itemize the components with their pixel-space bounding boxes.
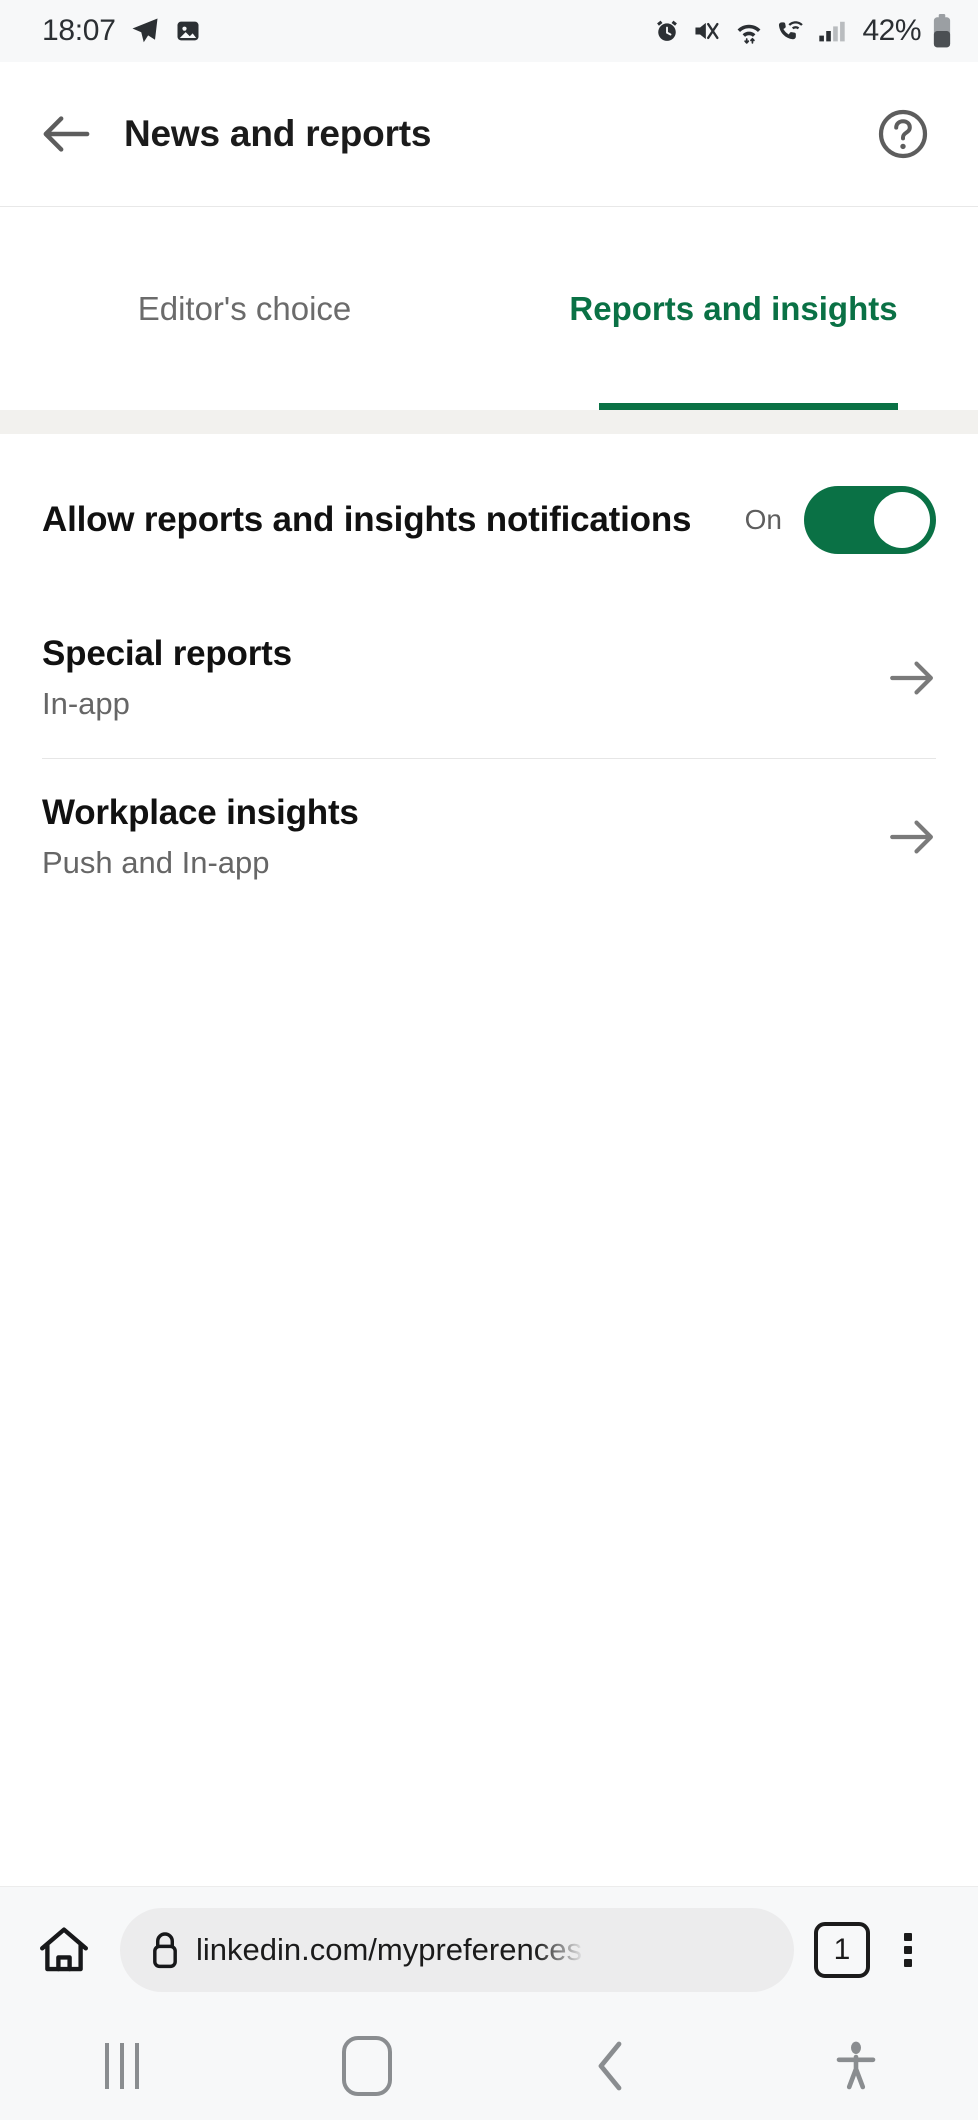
status-bar: 18:07 42% bbox=[0, 0, 978, 62]
help-circle-icon bbox=[878, 109, 928, 159]
home-square-icon bbox=[341, 2036, 392, 2096]
back-button[interactable] bbox=[30, 98, 102, 170]
row-special-reports[interactable]: Special reports In-app bbox=[0, 600, 978, 758]
allow-notifications-toggle[interactable] bbox=[804, 486, 936, 554]
nav-home-button[interactable] bbox=[245, 2036, 490, 2096]
help-button[interactable] bbox=[870, 101, 936, 167]
app-bar: News and reports bbox=[0, 62, 978, 207]
workplace-insights-text: Workplace insights Push and In-app bbox=[42, 793, 876, 881]
home-icon bbox=[40, 1926, 88, 1971]
alarm-icon bbox=[653, 17, 681, 45]
settings-list: Allow reports and insights notifications… bbox=[0, 434, 978, 1942]
recents-icon bbox=[105, 2043, 140, 2089]
allow-notifications-label: Allow reports and insights notifications bbox=[42, 499, 692, 539]
nav-recents-button[interactable] bbox=[0, 2043, 245, 2089]
workplace-insights-chevron[interactable] bbox=[876, 819, 936, 855]
arrow-right-icon bbox=[890, 661, 933, 695]
wifi-calling-icon bbox=[776, 17, 806, 45]
browser-home-button[interactable] bbox=[26, 1923, 102, 1977]
overflow-menu-icon bbox=[904, 1928, 912, 1972]
mute-vibrate-icon bbox=[692, 17, 722, 45]
tab-reports-and-insights[interactable]: Reports and insights bbox=[489, 208, 978, 410]
special-reports-title: Special reports bbox=[42, 634, 292, 673]
status-bar-left: 18:07 bbox=[42, 14, 202, 48]
active-tab-indicator bbox=[599, 403, 898, 410]
nav-back-button[interactable] bbox=[489, 2040, 734, 2092]
tab-reports-and-insights-label: Reports and insights bbox=[569, 290, 898, 328]
tab-count-button[interactable]: 1 bbox=[814, 1921, 870, 1978]
section-separator-band bbox=[0, 410, 978, 434]
url-text: linkedin.com/mypreferences bbox=[196, 1931, 582, 1967]
android-nav-bar bbox=[0, 2012, 978, 2120]
status-clock: 18:07 bbox=[42, 14, 116, 47]
arrow-right-icon bbox=[890, 820, 933, 854]
row-workplace-insights[interactable]: Workplace insights Push and In-app bbox=[0, 759, 978, 917]
phone-screen: 18:07 42% News and reports Editor's choi… bbox=[0, 0, 978, 2120]
special-reports-chevron[interactable] bbox=[876, 660, 936, 696]
back-arrow-icon bbox=[43, 116, 90, 152]
status-bar-right: 42% bbox=[653, 14, 952, 48]
tab-bar: Editor's choice Reports and insights bbox=[0, 208, 978, 410]
nav-accessibility-button[interactable] bbox=[734, 2041, 978, 2091]
battery-icon bbox=[932, 14, 952, 48]
toggle-knob bbox=[874, 492, 930, 548]
back-chevron-icon bbox=[598, 2041, 622, 2091]
browser-menu-button[interactable] bbox=[870, 1928, 946, 1972]
tab-editors-choice-label: Editor's choice bbox=[137, 290, 352, 328]
special-reports-subtitle: In-app bbox=[42, 686, 130, 721]
tab-count-label: 1 bbox=[833, 1932, 851, 1966]
wifi-data-icon bbox=[733, 17, 765, 45]
allow-notifications-control[interactable]: On bbox=[745, 486, 936, 554]
browser-bottom-bar: linkedin.com/mypreferences 1 bbox=[0, 1886, 978, 2012]
url-bar[interactable]: linkedin.com/mypreferences bbox=[120, 1907, 794, 1992]
signal-bars-icon bbox=[817, 17, 847, 45]
row-allow-notifications[interactable]: Allow reports and insights notifications… bbox=[0, 434, 978, 600]
special-reports-text: Special reports In-app bbox=[42, 634, 876, 722]
accessibility-icon bbox=[836, 2041, 876, 2090]
workplace-insights-subtitle: Push and In-app bbox=[42, 845, 270, 880]
image-icon bbox=[174, 17, 202, 45]
lock-icon bbox=[142, 1930, 188, 1970]
battery-percent: 42% bbox=[862, 14, 921, 47]
page-title: News and reports bbox=[124, 113, 432, 154]
workplace-insights-title: Workplace insights bbox=[42, 793, 359, 832]
telegram-send-icon bbox=[130, 16, 160, 46]
tab-editors-choice[interactable]: Editor's choice bbox=[0, 208, 489, 410]
toggle-state-label: On bbox=[744, 504, 782, 535]
